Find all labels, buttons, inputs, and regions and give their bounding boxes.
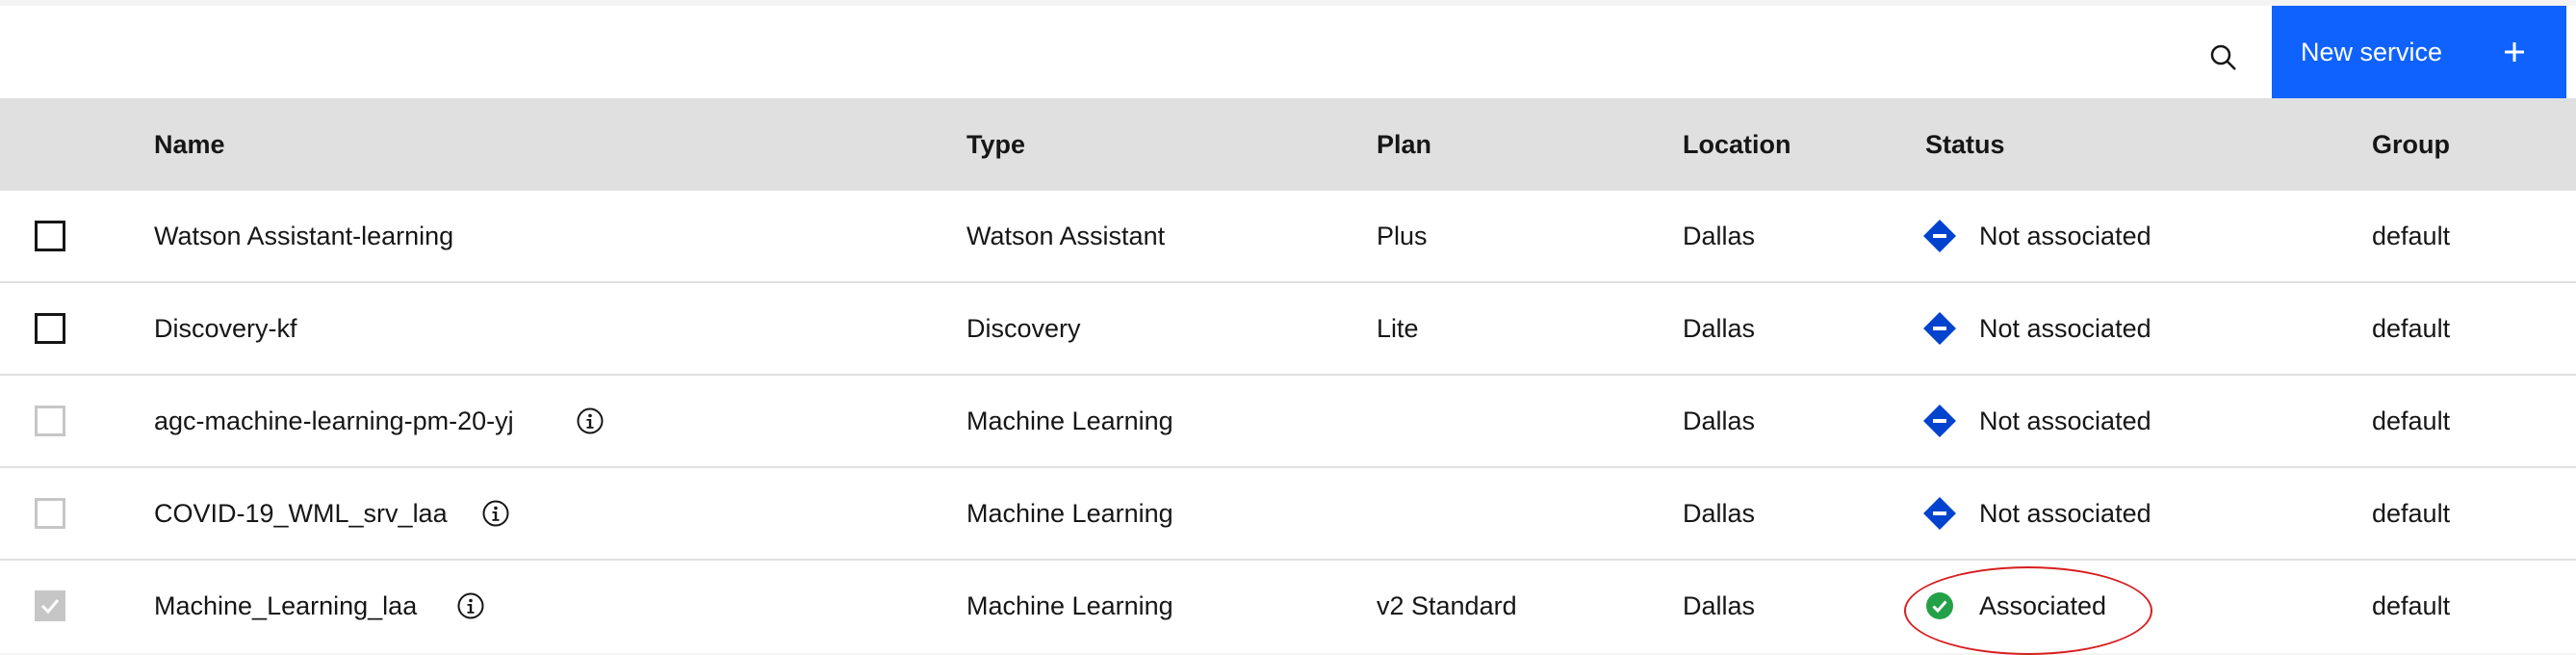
- column-header-group[interactable]: Group: [2372, 98, 2450, 191]
- service-group: default: [2372, 406, 2451, 435]
- services-panel: New service Name Type Plan Location Stat…: [0, 6, 2576, 655]
- table-row[interactable]: Machine_Learning_laa Machine Learning v2…: [0, 561, 2576, 655]
- service-status: Not associated: [1979, 499, 2151, 528]
- service-location: Dallas: [1683, 314, 1756, 343]
- service-location: Dallas: [1683, 222, 1756, 250]
- column-header-location[interactable]: Location: [1683, 98, 1791, 191]
- service-plan: Plus: [1377, 222, 1428, 250]
- row-checkbox-disabled: [35, 498, 65, 529]
- table-row[interactable]: agc-machine-learning-pm-20-yj Machine Le…: [0, 376, 2576, 468]
- service-group: default: [2372, 314, 2451, 343]
- table-row[interactable]: Watson Assistant-learning Watson Assista…: [0, 191, 2576, 283]
- service-group: default: [2372, 499, 2451, 528]
- search-button[interactable]: [2185, 23, 2262, 92]
- row-checkbox[interactable]: [35, 313, 65, 344]
- service-name: Discovery-kf: [154, 314, 297, 343]
- column-header-plan[interactable]: Plan: [1377, 98, 1431, 191]
- checkmark-icon: [40, 599, 60, 615]
- column-header-name[interactable]: Name: [154, 98, 225, 191]
- service-plan: v2 Standard: [1377, 591, 1517, 620]
- new-service-button[interactable]: New service: [2272, 6, 2566, 98]
- service-status: Not associated: [1979, 222, 2151, 250]
- service-type: Discovery: [966, 314, 1081, 343]
- column-header-type[interactable]: Type: [966, 98, 1025, 191]
- info-icon[interactable]: [456, 591, 485, 620]
- service-status: Not associated: [1979, 314, 2151, 343]
- table-toolbar: New service: [0, 6, 2576, 98]
- row-checkbox-checked-disabled: [35, 590, 65, 621]
- service-type: Machine Learning: [966, 591, 1173, 620]
- service-name: COVID-19_WML_srv_laa: [154, 499, 448, 528]
- column-header-status[interactable]: Status: [1925, 98, 2005, 191]
- table-header: Name Type Plan Location Status Group: [0, 98, 2576, 191]
- service-location: Dallas: [1683, 499, 1756, 528]
- info-icon[interactable]: [481, 499, 510, 528]
- service-name: Watson Assistant-learning: [154, 222, 454, 250]
- row-checkbox[interactable]: [35, 221, 65, 251]
- not-associated-icon: [1923, 497, 1956, 530]
- service-plan: Lite: [1377, 314, 1419, 343]
- plus-icon: [2505, 42, 2524, 62]
- service-name: agc-machine-learning-pm-20-yj: [154, 406, 514, 435]
- not-associated-icon: [1923, 220, 1956, 252]
- table-row[interactable]: COVID-19_WML_srv_laa Machine Learning Da…: [0, 468, 2576, 561]
- service-type: Machine Learning: [966, 499, 1173, 528]
- info-icon[interactable]: [576, 406, 605, 435]
- new-service-label: New service: [2301, 37, 2443, 66]
- service-group: default: [2372, 222, 2451, 250]
- service-type: Watson Assistant: [966, 222, 1166, 250]
- not-associated-icon: [1923, 312, 1956, 345]
- service-type: Machine Learning: [966, 406, 1173, 435]
- service-location: Dallas: [1683, 591, 1756, 620]
- row-checkbox-disabled: [35, 406, 65, 436]
- service-name: Machine_Learning_laa: [154, 591, 418, 620]
- service-group: default: [2372, 591, 2451, 620]
- service-location: Dallas: [1683, 406, 1756, 435]
- search-icon: [2210, 44, 2236, 70]
- annotation-ellipse: [1904, 566, 2152, 655]
- table-row[interactable]: Discovery-kf Discovery Lite Dallas Not a…: [0, 283, 2576, 376]
- service-status: Not associated: [1979, 406, 2151, 435]
- not-associated-icon: [1923, 405, 1956, 437]
